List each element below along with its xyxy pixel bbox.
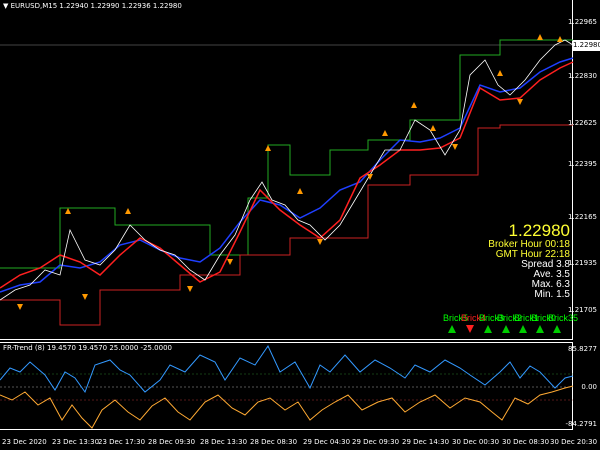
time-tick: 23 Dec 17:30 [98,438,146,446]
time-tick: 29 Dec 14:30 [402,438,450,446]
price-tick: 1.22625 [568,119,597,127]
time-tick: 30 Dec 08:30 [502,438,550,446]
time-tick: 23 Dec 13:30 [52,438,100,446]
current-price-display: 1.22980 [508,221,570,240]
resistance-step-line [0,39,573,269]
price-tick: 1.22395 [568,160,597,168]
indicator-tick: 0.00 [581,383,597,391]
time-tick: 30 Dec 20:30 [550,438,598,446]
time-tick: 28 Dec 13:30 [200,438,248,446]
price-tick: 1.22965 [568,18,597,26]
price-tick: 1.21935 [568,259,597,267]
price-line [0,39,574,301]
time-tick: 28 Dec 09:30 [148,438,196,446]
time-tick: 29 Dec 09:30 [352,438,400,446]
oscillator-up-line [0,344,574,394]
time-tick: 30 Dec 00:30 [452,438,500,446]
time-tick: 23 Dec 2020 [2,438,47,446]
info-panel: 1.22980 Broker Hour 00:18 GMT Hour 22:18… [488,222,570,300]
min-spread: Min. 1.5 [534,289,570,300]
time-tick: 28 Dec 08:30 [250,438,298,446]
oscillator-down-line [0,385,574,429]
time-tick: 29 Dec 04:30 [303,438,351,446]
brick-label: Brick35 [548,313,579,323]
current-price-label: 1.22980 [573,40,600,51]
lower-trend-line [0,61,574,289]
indicator-tick: -84.2791 [565,420,597,428]
price-tick: 1.22165 [568,213,597,221]
price-tick: 1.22830 [568,72,597,80]
indicator-tick: 85.8277 [568,345,597,353]
